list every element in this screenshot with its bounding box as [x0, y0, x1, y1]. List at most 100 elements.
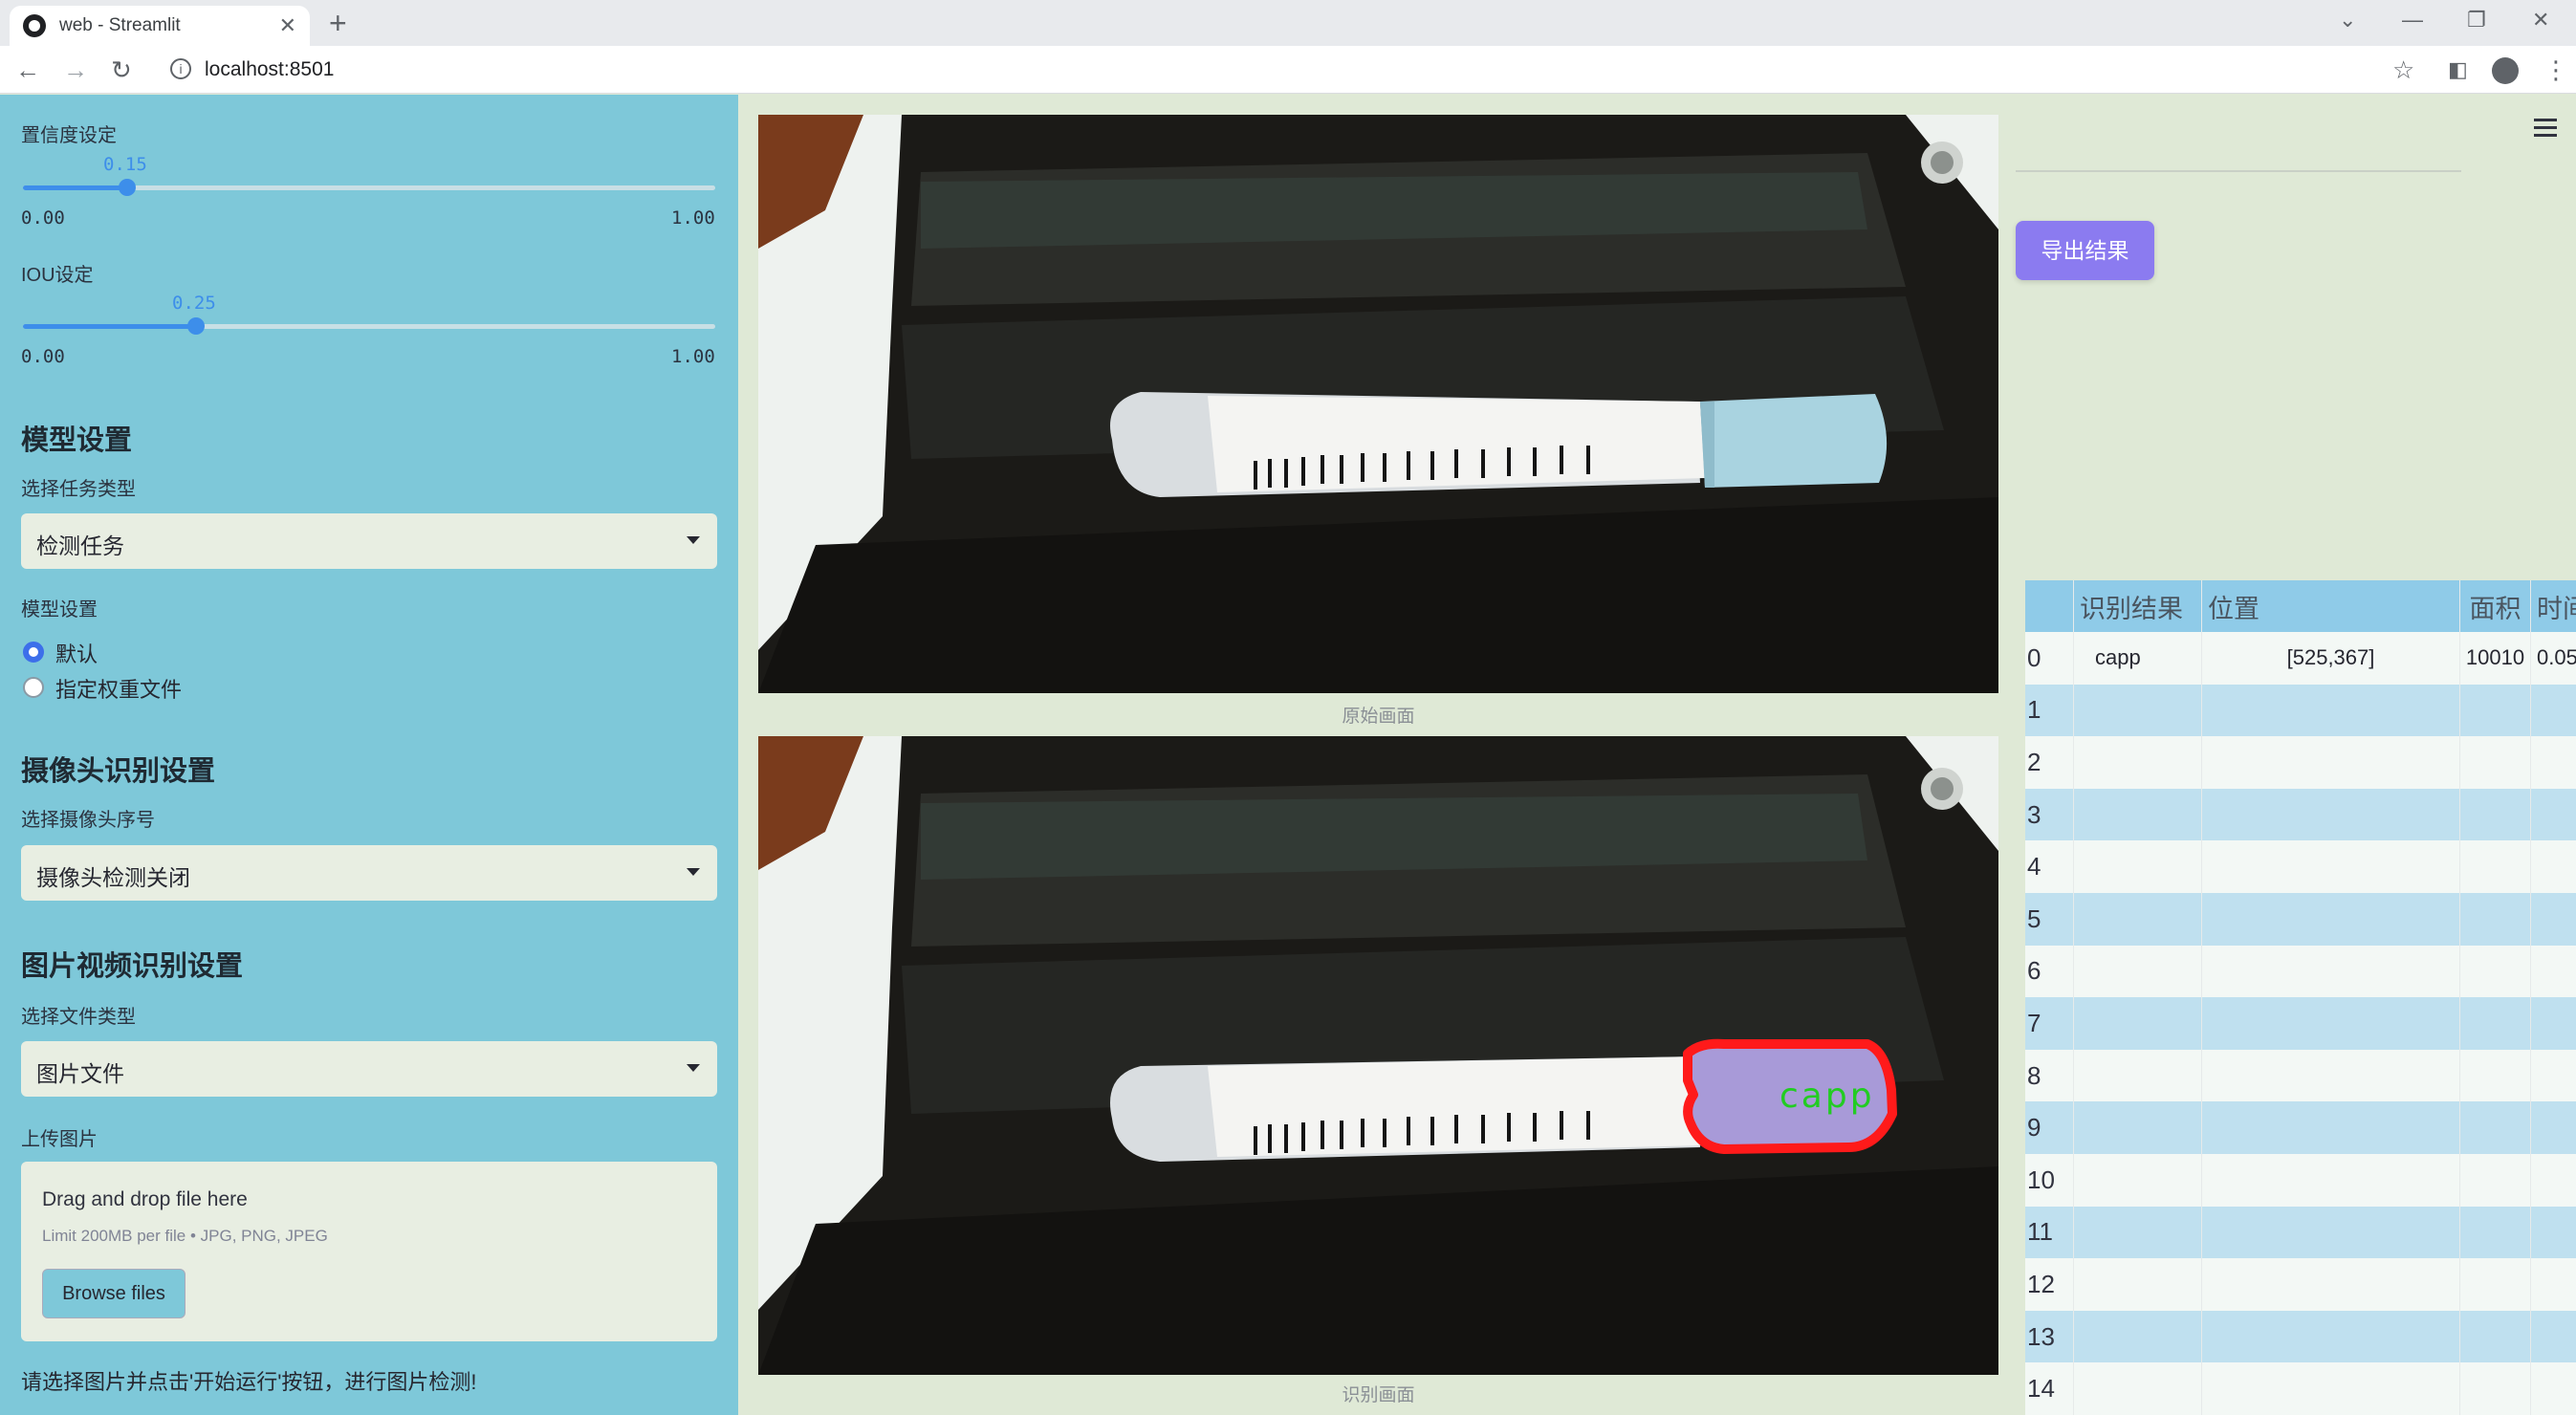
table-cell — [2530, 1153, 2576, 1207]
table-cell — [2459, 684, 2530, 737]
close-tab-icon[interactable]: ✕ — [279, 13, 296, 38]
table-cell — [2459, 1206, 2530, 1259]
table-cell — [2459, 1101, 2530, 1154]
back-icon[interactable]: ← — [15, 55, 40, 85]
table-cell — [2073, 1362, 2201, 1415]
menu-kebab-icon[interactable]: ⋮ — [2543, 55, 2568, 85]
header-area[interactable]: 面积 — [2459, 580, 2530, 632]
table-cell — [2530, 1101, 2576, 1154]
table-cell — [2201, 1049, 2459, 1102]
table-row[interactable]: 1 — [2025, 684, 2576, 737]
header-result[interactable]: 识别结果 — [2073, 580, 2201, 632]
bookmark-star-icon[interactable]: ☆ — [2392, 55, 2414, 85]
tab-title: web - Streamlit — [59, 15, 181, 35]
table-row[interactable]: 2 — [2025, 736, 2576, 789]
table-cell — [2530, 736, 2576, 789]
original-image-caption: 原始画面 — [1342, 707, 1415, 727]
url-field[interactable]: localhost:8501 — [205, 58, 334, 81]
table-cell — [2201, 788, 2459, 841]
table-row[interactable]: 0 capp [525,367] 10010 0.05 — [2025, 632, 2576, 685]
confidence-max: 1.00 — [671, 207, 715, 229]
side-panel-icon[interactable]: ◧ — [2448, 57, 2468, 82]
file-uploader-dropzone[interactable]: Drag and drop file here Limit 200MB per … — [21, 1162, 717, 1341]
radio-custom-weights-label[interactable]: 指定权重文件 — [55, 673, 182, 704]
table-cell — [2201, 1206, 2459, 1259]
table-cell — [2459, 997, 2530, 1050]
row-index: 8 — [2027, 1060, 2041, 1090]
restore-icon[interactable]: ❐ — [2467, 8, 2486, 33]
camera-index-select[interactable]: 摄像头检测关闭 — [21, 845, 717, 901]
task-type-value: 检测任务 — [36, 533, 124, 558]
table-row[interactable]: 11 — [2025, 1206, 2576, 1259]
header-position[interactable]: 位置 — [2201, 580, 2459, 632]
reload-icon[interactable]: ↻ — [111, 55, 132, 85]
profile-avatar-icon[interactable] — [2492, 57, 2519, 84]
header-time[interactable]: 时间 — [2530, 580, 2576, 632]
confidence-slider-fill — [23, 185, 127, 190]
radio-default[interactable] — [23, 642, 44, 663]
minimize-icon[interactable]: — — [2402, 8, 2423, 33]
table-cell — [2201, 1153, 2459, 1207]
media-settings-header: 图片视频识别设置 — [21, 951, 244, 982]
results-table: 识别结果 位置 面积 时间 0capp[525,367]100100.05123… — [2025, 580, 2576, 1415]
iou-slider-thumb[interactable] — [187, 317, 205, 335]
row-index: 12 — [2027, 1269, 2055, 1298]
close-window-icon[interactable]: ✕ — [2532, 8, 2549, 33]
table-row[interactable]: 7 — [2025, 997, 2576, 1050]
hamburger-menu-icon[interactable] — [2534, 119, 2557, 142]
detection-label: capp — [1779, 1077, 1875, 1116]
confidence-slider[interactable] — [23, 179, 715, 196]
table-cell: [525,367] — [2201, 632, 2459, 685]
table-cell — [2073, 736, 2201, 789]
table-cell — [2530, 997, 2576, 1050]
iou-max: 1.00 — [671, 346, 715, 367]
export-results-button[interactable]: 导出结果 — [2016, 221, 2154, 280]
table-cell — [2459, 945, 2530, 998]
site-info-icon[interactable]: i — [170, 58, 191, 79]
original-image — [758, 115, 1998, 693]
table-cell — [2459, 1362, 2530, 1415]
table-cell — [2073, 1153, 2201, 1207]
table-row[interactable]: 3 — [2025, 788, 2576, 841]
table-row[interactable]: 10 — [2025, 1153, 2576, 1207]
radio-default-label[interactable]: 默认 — [55, 638, 98, 668]
forward-icon[interactable]: → — [63, 55, 88, 85]
streamlit-favicon-icon — [23, 14, 46, 37]
table-body: 0 capp [525,367] 10010 0.05 1 2 3 4 5 6 7 8 9 10 11 12 13… — [2025, 632, 2576, 1415]
browser-tab[interactable]: web - Streamlit ✕ — [10, 6, 310, 46]
table-row[interactable]: 5 — [2025, 892, 2576, 946]
table-row[interactable]: 9 — [2025, 1101, 2576, 1154]
camera-settings-header: 摄像头识别设置 — [21, 756, 216, 787]
table-row[interactable]: 13 — [2025, 1310, 2576, 1363]
table-cell — [2073, 1049, 2201, 1102]
table-cell — [2073, 945, 2201, 998]
chevron-down-icon — [687, 1064, 700, 1072]
table-row[interactable]: 12 — [2025, 1258, 2576, 1311]
table-cell — [2201, 684, 2459, 737]
table-row[interactable]: 4 — [2025, 840, 2576, 893]
confidence-value: 0.15 — [103, 154, 147, 175]
browse-files-button[interactable]: Browse files — [42, 1269, 186, 1318]
table-row[interactable]: 6 — [2025, 945, 2576, 998]
new-tab-button[interactable]: + — [329, 6, 347, 41]
status-hint: 请选择图片并点击'开始运行'按钮，进行图片检测! — [21, 1370, 477, 1394]
camera-index-label: 选择摄像头序号 — [21, 810, 155, 831]
row-index: 13 — [2027, 1321, 2055, 1351]
task-type-select[interactable]: 检测任务 — [21, 513, 717, 569]
table-cell — [2459, 788, 2530, 841]
row-index: 0 — [2027, 642, 2041, 672]
table-row[interactable]: 14 — [2025, 1362, 2576, 1415]
table-cell — [2530, 945, 2576, 998]
table-cell — [2073, 892, 2201, 946]
table-cell — [2530, 1049, 2576, 1102]
table-cell — [2530, 1310, 2576, 1363]
iou-slider[interactable] — [23, 317, 715, 335]
table-cell — [2459, 840, 2530, 893]
file-type-select[interactable]: 图片文件 — [21, 1041, 717, 1097]
confidence-slider-thumb[interactable] — [118, 179, 136, 196]
radio-custom-weights[interactable] — [23, 677, 44, 698]
divider — [2016, 170, 2461, 172]
table-row[interactable]: 8 — [2025, 1049, 2576, 1102]
table-cell — [2201, 840, 2459, 893]
tab-search-icon[interactable]: ⌄ — [2339, 8, 2356, 33]
